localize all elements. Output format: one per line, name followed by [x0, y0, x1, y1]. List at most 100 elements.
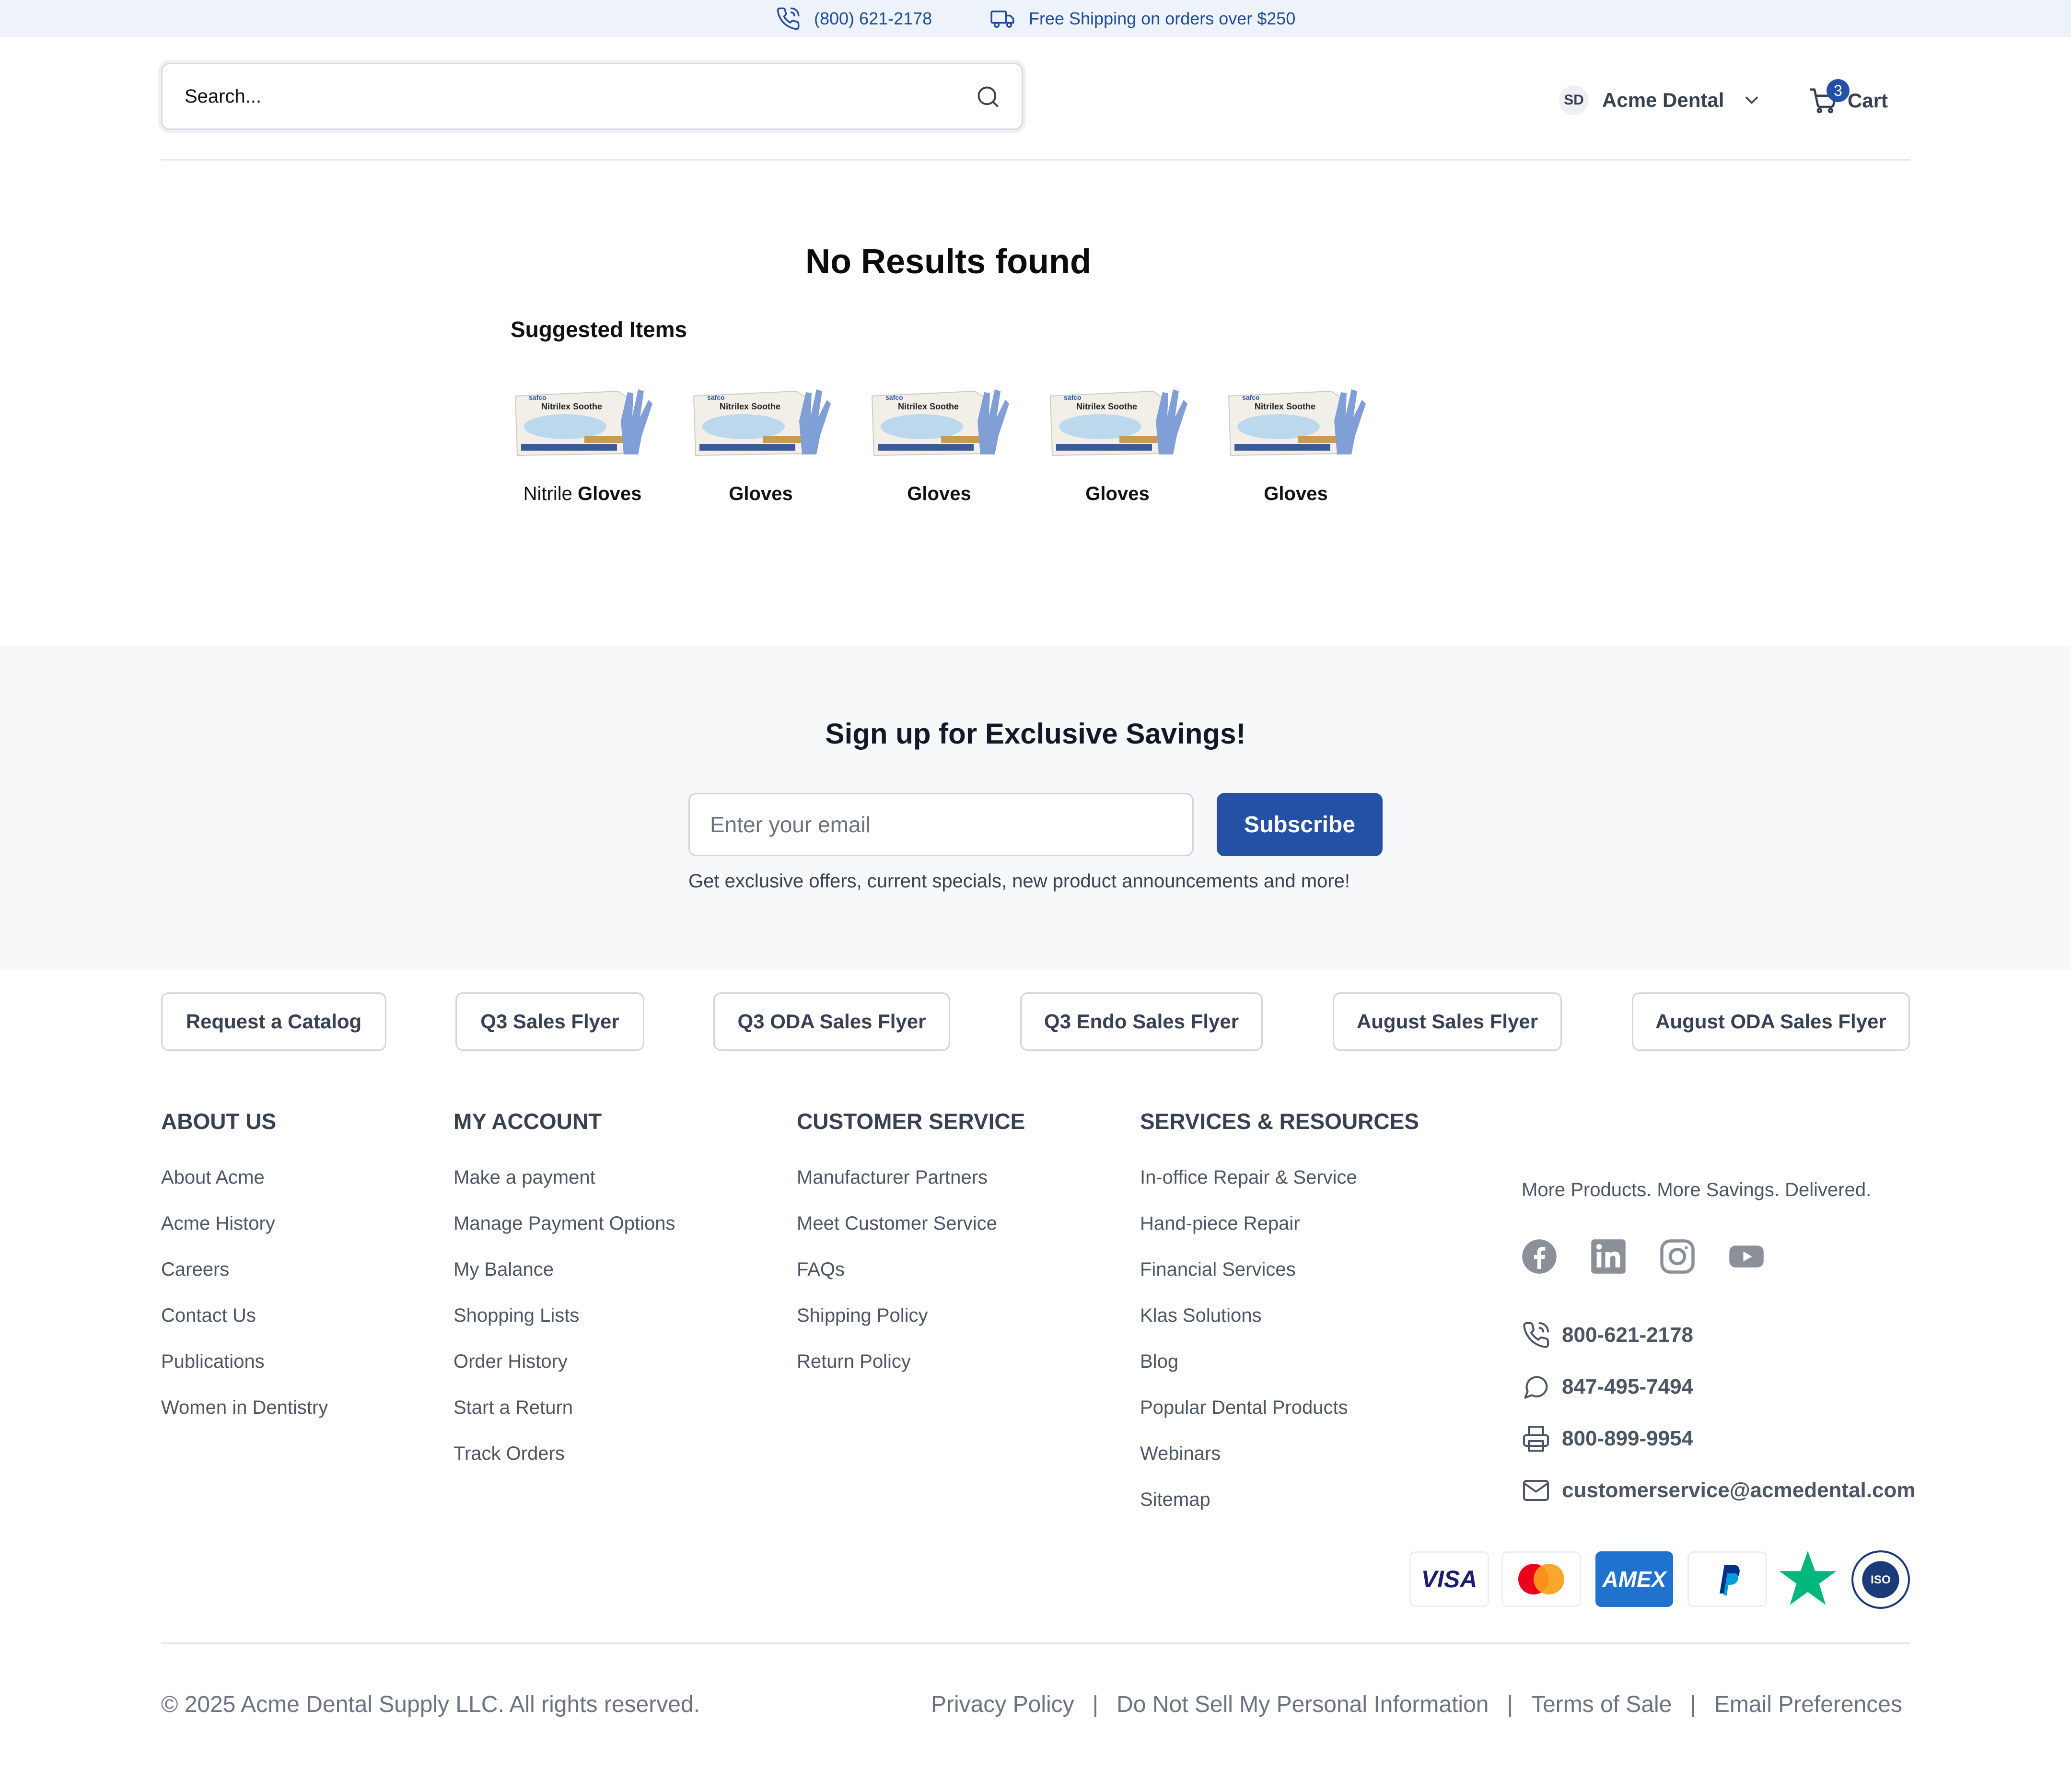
svg-text:Nitrilex Soothe: Nitrilex Soothe	[898, 402, 959, 411]
footer-link[interactable]: In-office Repair & Service	[1140, 1167, 1357, 1188]
terms-of-sale-link[interactable]: Terms of Sale	[1531, 1691, 1672, 1718]
mail-icon	[1523, 1480, 1549, 1501]
august-oda-sales-flyer-button[interactable]: August ODA Sales Flyer	[1632, 992, 1910, 1051]
search-input[interactable]: Search...	[161, 63, 1023, 130]
footer-link[interactable]: Klas Solutions	[1140, 1305, 1261, 1327]
account-menu[interactable]: SD Acme Dental	[1559, 85, 1762, 115]
footer-link[interactable]: Sitemap	[1140, 1489, 1210, 1511]
footer-link[interactable]: Women in Dentistry	[161, 1397, 328, 1419]
footer-link[interactable]: My Balance	[454, 1259, 554, 1280]
product-image[interactable]: safco Nitrilex Soothe	[691, 383, 831, 457]
cart-button[interactable]: 3 Cart	[1808, 79, 1888, 117]
privacy-policy-link[interactable]: Privacy Policy	[931, 1691, 1074, 1718]
footer-link[interactable]: Shipping Policy	[797, 1305, 928, 1327]
phone-icon	[1523, 1322, 1549, 1348]
svg-text:Nitrilex Soothe: Nitrilex Soothe	[1076, 402, 1137, 411]
separator: |	[1690, 1692, 1696, 1717]
footer-link[interactable]: Return Policy	[797, 1351, 911, 1373]
product-card[interactable]: safco Nitrilex Soothe Gloves	[1224, 383, 1368, 507]
footer-link[interactable]: Order History	[454, 1351, 568, 1373]
contact-email[interactable]: customerservice@acmedental.com	[1522, 1474, 1915, 1507]
footer-col-account: MY ACCOUNT Make a payment Manage Payment…	[454, 1108, 675, 1464]
header: Search... SD Acme Dental 3 Cart	[0, 37, 2071, 161]
product-image[interactable]: safco Nitrilex Soothe	[869, 383, 1009, 457]
suggested-heading: Suggested Items	[511, 317, 687, 342]
contact-phone-text: 800-621-2178	[1562, 1323, 1694, 1347]
svg-text:safco: safco	[707, 394, 725, 401]
paypal-badge	[1687, 1551, 1767, 1607]
email-placeholder: Enter your email	[710, 812, 871, 837]
contact-email-text: customerservice@acmedental.com	[1562, 1478, 1916, 1502]
q3-oda-sales-flyer-button[interactable]: Q3 ODA Sales Flyer	[713, 992, 950, 1051]
svg-text:safco: safco	[885, 394, 903, 401]
product-name[interactable]: Gloves	[689, 483, 833, 505]
footer-link[interactable]: Financial Services	[1140, 1259, 1296, 1280]
footer-link[interactable]: Start a Return	[454, 1397, 573, 1419]
truck-icon	[990, 10, 1014, 28]
separator: |	[1507, 1692, 1513, 1717]
topbar-phone[interactable]: (800) 621-2178	[776, 0, 932, 37]
search-icon[interactable]	[976, 84, 1001, 109]
product-image[interactable]: safco Nitrilex Soothe	[1226, 383, 1366, 457]
mastercard-badge	[1501, 1551, 1581, 1607]
facebook-icon[interactable]	[1521, 1238, 1558, 1275]
footer-link[interactable]: About Acme	[161, 1167, 265, 1188]
product-name[interactable]: Gloves	[1224, 483, 1368, 505]
product-card[interactable]: safco Nitrilex Soothe Nitrile Gloves	[511, 383, 654, 507]
footer-link[interactable]: Manufacturer Partners	[797, 1167, 988, 1188]
footer-link[interactable]: Careers	[161, 1259, 229, 1280]
product-image[interactable]: safco Nitrilex Soothe	[512, 383, 652, 457]
contact-chat-text: 847-495-7494	[1562, 1375, 1694, 1398]
footer-divider	[161, 1642, 1910, 1644]
request-catalog-button[interactable]: Request a Catalog	[161, 992, 386, 1051]
footer-link[interactable]: Webinars	[1140, 1443, 1221, 1465]
visa-badge: VISA	[1409, 1551, 1489, 1607]
cart-count-badge: 3	[1827, 79, 1850, 102]
product-image[interactable]: safco Nitrilex Soothe	[1047, 383, 1187, 457]
footer-link[interactable]: FAQs	[797, 1259, 845, 1280]
footer-link[interactable]: Hand-piece Repair	[1140, 1213, 1300, 1234]
product-card[interactable]: safco Nitrilex Soothe Gloves	[1046, 383, 1189, 507]
youtube-icon[interactable]	[1728, 1238, 1765, 1275]
product-card[interactable]: safco Nitrilex Soothe Gloves	[689, 383, 833, 507]
footer-link[interactable]: Publications	[161, 1351, 265, 1373]
email-field[interactable]: Enter your email	[688, 793, 1194, 856]
contact-chat[interactable]: 847-495-7494	[1522, 1370, 1693, 1404]
svg-text:ISO: ISO	[1871, 1573, 1891, 1586]
product-card[interactable]: safco Nitrilex Soothe Gloves	[867, 383, 1011, 507]
footer-link[interactable]: Make a payment	[454, 1167, 595, 1188]
subscribe-button[interactable]: Subscribe	[1217, 793, 1383, 856]
iso-certified-icon: ISO	[1851, 1550, 1910, 1609]
contact-phone[interactable]: 800-621-2178	[1522, 1318, 1693, 1352]
topbar-shipping: Free Shipping on orders over $250	[990, 0, 1295, 37]
linkedin-icon[interactable]	[1590, 1238, 1627, 1275]
svg-text:Nitrilex Soothe: Nitrilex Soothe	[541, 402, 602, 411]
product-name[interactable]: Gloves	[867, 483, 1011, 505]
q3-sales-flyer-button[interactable]: Q3 Sales Flyer	[455, 992, 644, 1051]
svg-text:safco: safco	[1242, 394, 1260, 401]
header-divider	[161, 159, 1910, 161]
q3-endo-sales-flyer-button[interactable]: Q3 Endo Sales Flyer	[1020, 992, 1263, 1051]
footer-link[interactable]: Manage Payment Options	[454, 1213, 675, 1234]
do-not-sell-link[interactable]: Do Not Sell My Personal Information	[1117, 1691, 1489, 1718]
product-name[interactable]: Gloves	[1046, 483, 1189, 505]
footer-col-title: SERVICES & RESOURCES	[1140, 1109, 1419, 1134]
newsletter-note: Get exclusive offers, current specials, …	[688, 871, 1350, 892]
footer-link[interactable]: Track Orders	[454, 1443, 565, 1465]
footer-col-customer-service: CUSTOMER SERVICE Manufacturer Partners M…	[797, 1108, 1025, 1372]
footer-link[interactable]: Popular Dental Products	[1140, 1397, 1348, 1419]
svg-text:Nitrilex Soothe: Nitrilex Soothe	[720, 402, 780, 411]
amex-logo: AMEX	[1602, 1567, 1666, 1592]
footer-link[interactable]: Acme History	[161, 1213, 275, 1234]
chat-icon	[1524, 1376, 1548, 1399]
footer-link[interactable]: Blog	[1140, 1351, 1178, 1373]
august-sales-flyer-button[interactable]: August Sales Flyer	[1333, 992, 1562, 1051]
email-preferences-link[interactable]: Email Preferences	[1714, 1691, 1902, 1718]
instagram-icon[interactable]	[1659, 1238, 1696, 1275]
product-name[interactable]: Nitrile Gloves	[511, 483, 654, 505]
cart-label: Cart	[1848, 89, 1888, 112]
footer-link[interactable]: Contact Us	[161, 1305, 256, 1327]
contact-fax[interactable]: 800-899-9954	[1522, 1422, 1693, 1455]
footer-link[interactable]: Meet Customer Service	[797, 1213, 997, 1234]
footer-link[interactable]: Shopping Lists	[454, 1305, 579, 1327]
